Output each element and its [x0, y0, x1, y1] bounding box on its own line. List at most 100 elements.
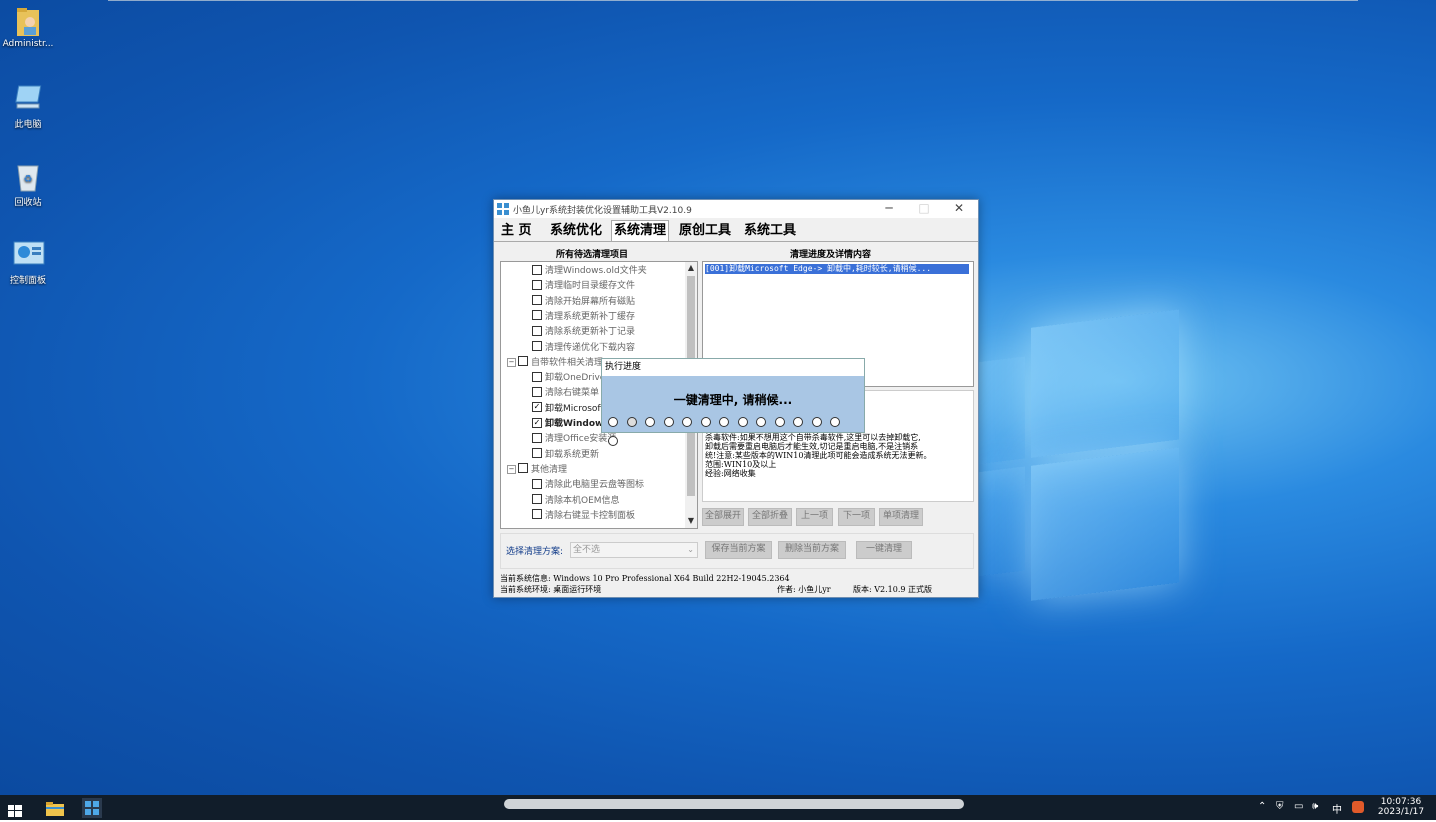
maximize-button[interactable]: □: [909, 200, 939, 218]
windows-logo-wallpaper: [975, 309, 1180, 609]
svg-text:♻: ♻: [24, 174, 33, 185]
app-tray-icon[interactable]: [1352, 801, 1364, 813]
progress-dot: [608, 436, 618, 446]
ime-indicator[interactable]: 中: [1332, 801, 1342, 816]
recycle-bin-icon: ♻: [13, 162, 43, 192]
chevron-up-icon[interactable]: ⌃: [1258, 801, 1266, 812]
app-taskbar-icon[interactable]: [82, 798, 102, 818]
network-icon[interactable]: ▭: [1294, 801, 1303, 812]
tree-item-checkbox[interactable]: [532, 509, 542, 520]
progress-dot: [700, 417, 711, 427]
tab-bar: 主 页 系统优化 系统清理 原创工具 系统工具: [494, 220, 978, 242]
save-scheme-button[interactable]: 保存当前方案: [705, 541, 772, 559]
progress-dots: [608, 417, 864, 455]
progress-dot: [774, 417, 785, 427]
next-item-button[interactable]: 下一项: [838, 508, 875, 526]
single-clean-button[interactable]: 单项清理: [879, 508, 923, 526]
one-click-clean-button[interactable]: 一键清理: [856, 541, 912, 559]
tree-item[interactable]: ✓ 卸载Windows: [532, 417, 609, 431]
tree-item-label: 清理系统更新补丁缓存: [545, 311, 636, 322]
progress-dialog-title: 执行进度: [602, 359, 864, 376]
tree-item[interactable]: 清除右键菜单: [532, 386, 599, 400]
chevron-down-icon: ⌄: [687, 545, 694, 554]
tree-item[interactable]: 清理传递优化下载内容: [532, 341, 635, 355]
clock-time: 10:07:36: [1380, 797, 1422, 807]
tab-original-tools[interactable]: 原创工具: [677, 222, 733, 240]
log-line-selected[interactable]: [001]卸载Microsoft Edge-> 卸载中,耗时较长,请稍候...: [705, 264, 969, 274]
tree-item-checkbox[interactable]: [532, 341, 542, 351]
progress-dialog: 执行进度 一键清理中, 请稍候...: [601, 358, 865, 446]
volume-icon[interactable]: 🕪: [1312, 801, 1318, 812]
user-folder-icon: [13, 6, 43, 36]
tree-item-checkbox[interactable]: [532, 494, 542, 504]
tree-item[interactable]: 清除本机OEM信息: [532, 494, 620, 508]
title-bar[interactable]: 小鱼儿yr系统封装优化设置辅助工具V2.10.9 ─ □ ✕: [494, 200, 978, 218]
scheme-select-value: 全不选: [573, 545, 601, 555]
tab-system-tools[interactable]: 系统工具: [742, 222, 798, 240]
tree-item-checkbox[interactable]: ✓: [532, 402, 542, 413]
tree-item[interactable]: 清理Windows.old文件夹: [532, 264, 647, 278]
tree-item-checkbox[interactable]: [518, 356, 528, 367]
tree-item[interactable]: 卸载系统更新: [532, 448, 599, 462]
scroll-down-arrow-icon[interactable]: ▼: [685, 515, 697, 527]
desktop-icon-control-panel[interactable]: 控制面板: [0, 240, 56, 286]
collapse-icon[interactable]: −: [507, 357, 516, 367]
previous-item-button[interactable]: 上一项: [796, 508, 833, 526]
status-system-info: 当前系统信息: Windows 10 Pro Professional X64 …: [500, 574, 790, 583]
tree-item-label: 卸载系统更新: [545, 449, 600, 460]
tree-item-checkbox[interactable]: [532, 448, 542, 459]
tree-item[interactable]: 清除右键显卡控制面板: [532, 509, 635, 523]
tree-item[interactable]: 清除此电脑里云盘等图标: [532, 478, 644, 492]
horizontal-overlay-scrollbar[interactable]: [504, 799, 964, 809]
tab-system-optimize[interactable]: 系统优化: [548, 222, 604, 240]
start-button[interactable]: [8, 802, 22, 817]
tree-item-checkbox[interactable]: [532, 432, 542, 443]
tree-item-checkbox[interactable]: [532, 264, 542, 275]
tree-item-label: 卸载OneDrive: [545, 373, 606, 384]
close-button[interactable]: ✕: [944, 200, 974, 218]
tab-home[interactable]: 主 页: [499, 222, 534, 240]
tree-group[interactable]: − 自带软件相关清理: [507, 356, 603, 370]
status-version: 版本: V2.10.9 正式版: [853, 585, 933, 594]
tree-item-checkbox[interactable]: [518, 463, 528, 474]
delete-scheme-button[interactable]: 删除当前方案: [778, 541, 846, 559]
tree-item-checkbox[interactable]: [532, 478, 542, 489]
tree-item-checkbox[interactable]: ✓: [532, 417, 542, 428]
desktop-icon-this-pc[interactable]: 此电脑: [0, 84, 56, 130]
collapse-all-button[interactable]: 全部折叠: [748, 508, 792, 526]
tree-item-label: 卸载Microsoft: [545, 403, 604, 414]
tree-item[interactable]: 卸载OneDrive: [532, 371, 605, 385]
tab-divider: [494, 241, 978, 242]
tree-item[interactable]: 清理临时目录缓存文件: [532, 279, 635, 293]
tree-item-label: 清理Windows.old文件夹: [545, 266, 647, 276]
desktop-icon-administrator[interactable]: Administr...: [0, 6, 56, 49]
tree-item-checkbox[interactable]: [532, 386, 542, 397]
collapse-icon[interactable]: −: [507, 464, 516, 474]
expand-all-button[interactable]: 全部展开: [702, 508, 744, 526]
tree-item[interactable]: 清除开始屏幕所有磁贴: [532, 295, 635, 309]
clock[interactable]: 10:07:36 2023/1/17: [1376, 797, 1426, 817]
tree-item-label: 清除此电脑里云盘等图标: [545, 480, 645, 491]
progress-dot: [830, 417, 840, 427]
minimize-button[interactable]: ─: [874, 200, 904, 218]
progress-dot: [663, 417, 674, 427]
security-shield-icon[interactable]: ⛨: [1276, 801, 1284, 812]
tree-item-checkbox[interactable]: [532, 295, 542, 306]
tree-item[interactable]: 清除系统更新补丁记录: [532, 325, 635, 339]
file-explorer-icon[interactable]: [46, 801, 64, 816]
desktop-icon-label: 此电脑: [14, 120, 42, 130]
tree-item-checkbox[interactable]: [532, 371, 542, 382]
tree-group[interactable]: − 其他清理: [507, 463, 567, 477]
tree-item[interactable]: 清理Office安装源: [532, 432, 616, 446]
scroll-up-arrow-icon[interactable]: ▲: [685, 262, 697, 274]
tab-system-clean[interactable]: 系统清理: [611, 220, 670, 242]
tree-item-checkbox[interactable]: [532, 279, 542, 290]
status-system-env: 当前系统环境: 桌面运行环境: [500, 585, 602, 594]
tree-item-checkbox[interactable]: [532, 325, 542, 336]
tree-item[interactable]: 清理系统更新补丁缓存: [532, 310, 635, 324]
tree-item-checkbox[interactable]: [532, 310, 542, 321]
scheme-select[interactable]: 全不选 ⌄: [570, 542, 698, 558]
tree-item-label: 自带软件相关清理: [531, 357, 604, 368]
desktop-icon-recycle-bin[interactable]: ♻ 回收站: [0, 162, 56, 208]
tree-item[interactable]: ✓ 卸载Microsoft: [532, 402, 604, 416]
